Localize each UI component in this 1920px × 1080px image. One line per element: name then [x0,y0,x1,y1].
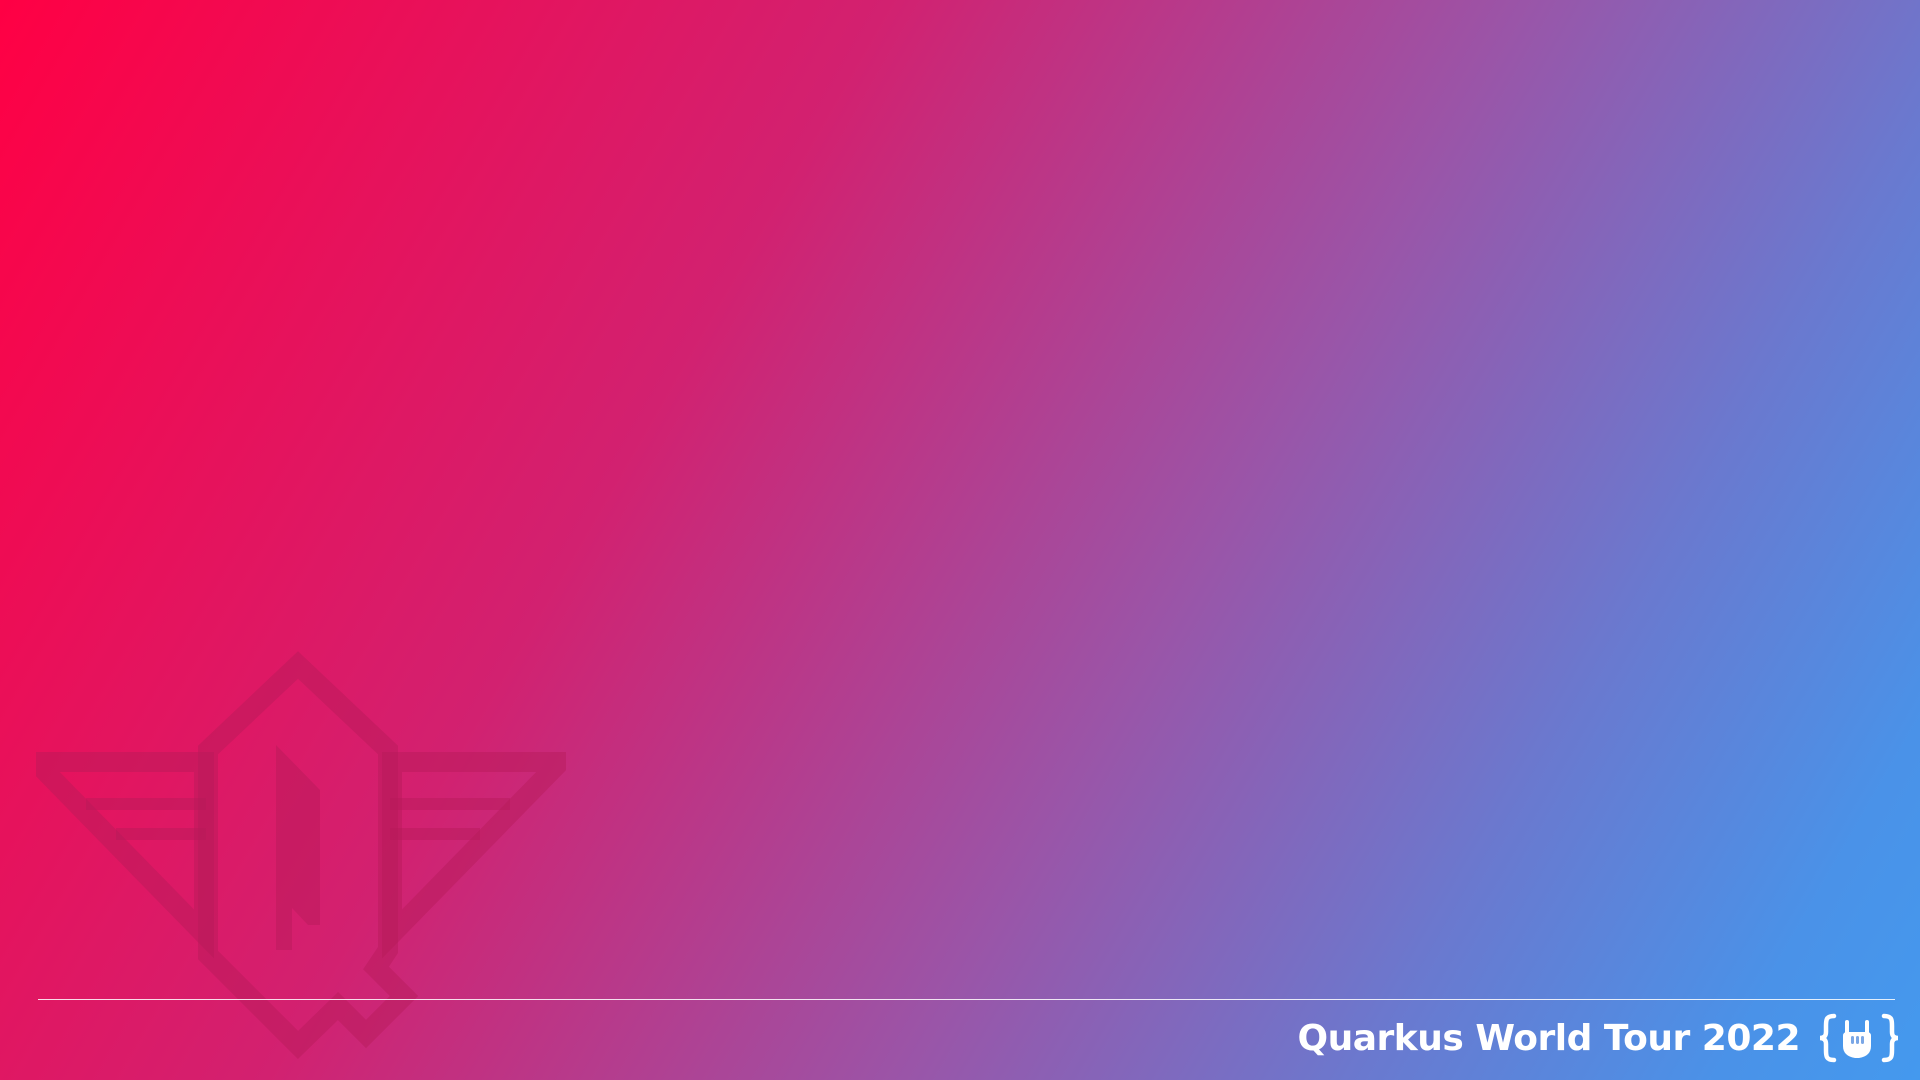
footer-divider [38,999,1895,1000]
footer-title: Quarkus World Tour 2022 [1297,1017,1801,1059]
quarkus-logo-icon [1819,1013,1899,1063]
footer: Quarkus World Tour 2022 [1298,1010,1900,1066]
slide: Quarkus World Tour 2022 [0,0,1920,1080]
